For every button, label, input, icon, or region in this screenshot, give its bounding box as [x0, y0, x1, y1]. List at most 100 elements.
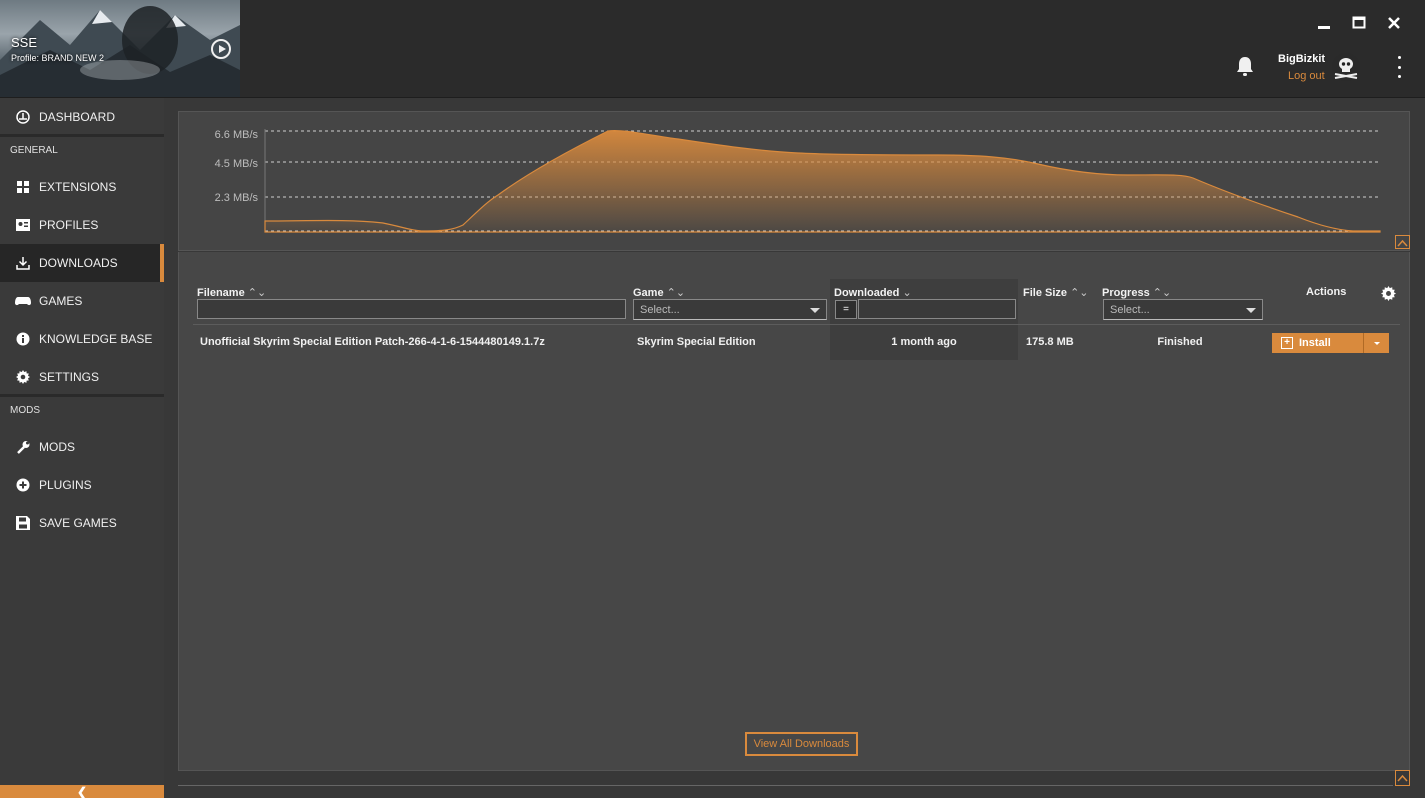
select-placeholder: Select...: [1110, 303, 1150, 316]
play-button[interactable]: [211, 39, 231, 59]
sidebar-item-label: EXTENSIONS: [39, 180, 117, 194]
bottom-divider: [178, 785, 1393, 786]
chevron-up-icon: [1397, 774, 1408, 782]
close-button[interactable]: [1383, 12, 1405, 34]
minimize-icon: [1318, 26, 1330, 29]
column-header-label: Progress: [1102, 287, 1150, 299]
game-filter-select[interactable]: Select...: [633, 299, 827, 320]
sort-icon: ⌃⌄: [1152, 287, 1172, 299]
column-header-downloaded[interactable]: Downloaded ⌄: [834, 286, 912, 299]
downloads-table-panel: [178, 252, 1410, 771]
user-avatar-icon[interactable]: [1331, 52, 1361, 82]
downloaded-operator-button[interactable]: =: [835, 300, 857, 319]
sidebar-item-save-games[interactable]: SAVE GAMES: [0, 504, 164, 542]
column-header-game[interactable]: Game ⌃⌄: [633, 286, 685, 299]
game-banner[interactable]: SSE Profile: BRAND NEW 2: [0, 0, 240, 97]
progress-filter-select[interactable]: Select...: [1103, 299, 1263, 320]
table-row-progress: Finished: [1157, 336, 1203, 348]
column-header-actions: Actions: [1306, 286, 1347, 298]
speed-tick-label: 6.6 MB/s: [215, 129, 259, 141]
chevron-left-icon: ❮: [76, 784, 88, 798]
play-icon: [218, 45, 226, 53]
sort-icon: ⌃⌄: [1070, 287, 1089, 299]
chevron-down-icon: [1373, 341, 1380, 345]
wrench-icon: [15, 439, 31, 455]
sidebar-item-downloads[interactable]: DOWNLOADS: [0, 244, 164, 282]
profiles-icon: [15, 217, 31, 233]
table-row-file-size: 175.8 MB: [1026, 336, 1074, 348]
sidebar-item-plugins[interactable]: PLUGINS: [0, 466, 164, 504]
sidebar-item-label: PROFILES: [39, 218, 99, 232]
sidebar-item-label: SETTINGS: [39, 370, 100, 384]
sidebar-section-mods: MODS: [0, 394, 164, 424]
chevron-down-icon: [810, 308, 820, 313]
sidebar-item-knowledge-base[interactable]: KNOWLEDGE BASE: [0, 320, 164, 358]
select-placeholder: Select...: [640, 303, 680, 316]
extensions-icon: [15, 179, 31, 195]
column-header-label: Downloaded: [834, 287, 900, 299]
user-name: BigBizkit: [1278, 53, 1326, 65]
chevron-down-icon: [1246, 308, 1256, 313]
logout-link[interactable]: Log out: [1288, 70, 1325, 82]
speed-tick-label: 4.5 MB/s: [215, 158, 259, 170]
downloads-icon: [15, 255, 31, 271]
gamepad-icon: [15, 293, 31, 309]
install-dropdown-button[interactable]: [1363, 333, 1389, 353]
sidebar-item-label: SAVE GAMES: [39, 516, 117, 530]
minimize-button[interactable]: [1313, 12, 1335, 34]
column-header-label: Filename: [197, 287, 245, 299]
dashboard-icon: [15, 109, 31, 125]
more-options-icon[interactable]: [1392, 56, 1406, 78]
sort-desc-icon: ⌄: [902, 287, 912, 299]
maximize-icon: [1352, 16, 1366, 29]
sidebar-item-label: MODS: [39, 440, 75, 454]
filename-filter-input[interactable]: [197, 299, 626, 319]
game-short-name: SSE: [11, 35, 38, 50]
sidebar: DASHBOARD GENERAL EXTENSIONS PROFILES DO…: [0, 98, 164, 798]
plus-icon: +: [1281, 337, 1293, 349]
collapse-graph-button[interactable]: [1395, 235, 1410, 249]
sidebar-item-label: DOWNLOADS: [39, 256, 118, 270]
table-row-game: Skyrim Special Edition: [637, 336, 756, 348]
sort-icon: ⌃⌄: [666, 287, 686, 299]
sidebar-item-mods[interactable]: MODS: [0, 428, 164, 466]
vortex-app: SSE Profile: BRAND NEW 2 BigBizkit Log o…: [0, 0, 1425, 798]
sidebar-item-label: DASHBOARD: [39, 110, 116, 124]
table-row-downloaded: 1 month ago: [891, 336, 957, 348]
sort-icon: ⌃⌄: [247, 287, 267, 299]
sidebar-item-label: PLUGINS: [39, 478, 92, 492]
sidebar-item-dashboard[interactable]: DASHBOARD: [0, 98, 164, 136]
top-bar: SSE Profile: BRAND NEW 2 BigBizkit Log o…: [0, 0, 1425, 98]
sidebar-item-extensions[interactable]: EXTENSIONS: [0, 168, 164, 206]
table-header-divider: [193, 324, 1400, 325]
install-button[interactable]: + Install: [1272, 333, 1363, 353]
column-header-filename[interactable]: Filename ⌃⌄: [197, 286, 266, 299]
sidebar-section-general: GENERAL: [0, 134, 164, 164]
table-settings-gear-icon[interactable]: [1381, 286, 1396, 301]
collapse-bottom-panel-button[interactable]: [1395, 770, 1410, 786]
install-button-label: Install: [1299, 337, 1331, 349]
maximize-button[interactable]: [1348, 12, 1370, 34]
view-all-downloads-button[interactable]: View All Downloads: [745, 732, 858, 756]
notifications-bell-icon[interactable]: [1235, 55, 1255, 77]
active-profile-label: Profile: BRAND NEW 2: [11, 53, 105, 63]
downloaded-filter-input[interactable]: [858, 299, 1016, 319]
column-header-progress[interactable]: Progress ⌃⌄: [1102, 286, 1171, 299]
close-icon: [1388, 17, 1400, 29]
sidebar-item-settings[interactable]: SETTINGS: [0, 358, 164, 396]
download-speed-graph: 6.6 MB/s 4.5 MB/s 2.3 MB/s: [215, 129, 1381, 233]
column-header-file-size[interactable]: File Size ⌃⌄: [1023, 286, 1089, 299]
sidebar-item-profiles[interactable]: PROFILES: [0, 206, 164, 244]
sidebar-item-label: KNOWLEDGE BASE: [39, 332, 153, 346]
table-row-filename[interactable]: Unofficial Skyrim Special Edition Patch-…: [200, 336, 545, 348]
speed-tick-label: 2.3 MB/s: [215, 192, 259, 204]
sidebar-item-games[interactable]: GAMES: [0, 282, 164, 320]
collapse-sidebar-button[interactable]: ❮: [0, 785, 164, 798]
info-icon: [15, 331, 31, 347]
save-icon: [15, 515, 31, 531]
sidebar-item-label: GAMES: [39, 294, 83, 308]
download-speed-series: [264, 130, 1381, 233]
column-header-label: File Size: [1023, 287, 1068, 299]
chevron-up-icon: [1397, 239, 1408, 247]
column-header-label: Game: [633, 287, 664, 299]
